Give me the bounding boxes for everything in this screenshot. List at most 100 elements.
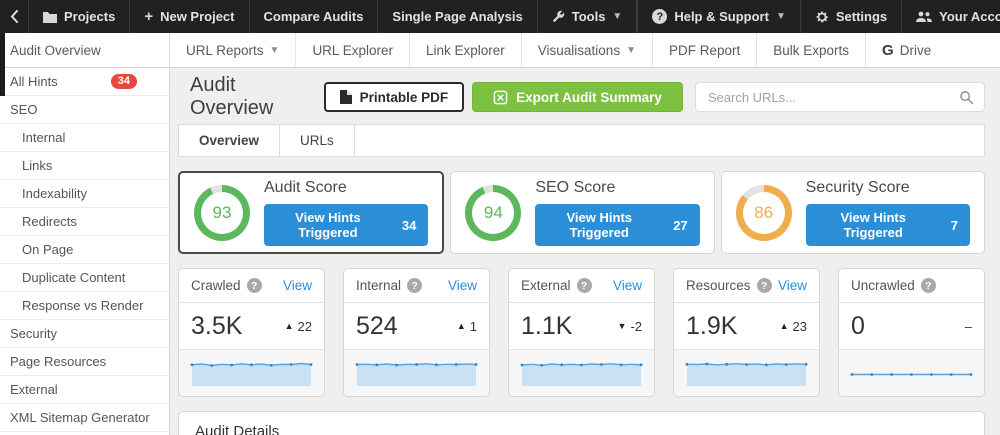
help-icon[interactable]: ? — [577, 278, 592, 293]
main-panel: Audit Overview Printable PDF Export Audi… — [170, 68, 1000, 435]
sidebar-item-response-vs-render[interactable]: Response vs Render — [0, 292, 169, 320]
sidebar-item-page-resources[interactable]: Page Resources — [0, 348, 169, 376]
help-icon[interactable]: ? — [757, 278, 772, 293]
resources-view-link[interactable]: View — [778, 278, 807, 293]
resources-sparkline — [674, 350, 819, 396]
audit-score-value: 93 — [213, 203, 232, 223]
sidebar-item-seo[interactable]: SEO — [0, 96, 169, 124]
delta-value: -2 — [630, 319, 642, 334]
nav-new-project[interactable]: + New Project — [130, 0, 249, 33]
g-drive-icon: G — [882, 42, 894, 59]
delta-up-icon: ▲ — [457, 321, 466, 331]
sidebar-header-label: Audit Overview — [10, 43, 101, 58]
nav-projects[interactable]: Projects — [29, 0, 130, 33]
view-hints-label: View Hints Triggered — [547, 210, 651, 240]
sidebar-item-internal[interactable]: Internal — [0, 124, 169, 152]
sidebar-item-label: Security — [10, 326, 57, 341]
audit-score-card[interactable]: 93 Audit Score View Hints Triggered 34 — [178, 171, 444, 254]
sidebar-item-label: Duplicate Content — [22, 270, 125, 285]
export-audit-summary-button[interactable]: Export Audit Summary — [472, 82, 683, 112]
crawled-view-link[interactable]: View — [283, 278, 312, 293]
reportnav-url-reports[interactable]: URL Reports ▼ — [170, 33, 296, 67]
top-nav-right: ? Help & Support ▼ Settings Your Account — [637, 0, 1000, 33]
seo-view-hints-button[interactable]: View Hints Triggered 27 — [535, 204, 699, 246]
delta-value: 22 — [298, 319, 312, 334]
metric-card-row: Crawled ? View 3.5K ▲22 Internal ? View … — [178, 268, 985, 397]
nav-settings[interactable]: Settings — [800, 0, 901, 33]
internal-view-link[interactable]: View — [448, 278, 477, 293]
back-button[interactable] — [0, 0, 29, 33]
nav-single-page-analysis[interactable]: Single Page Analysis — [378, 0, 537, 33]
sidebar-item-label: On Page — [22, 242, 73, 257]
resources-delta: ▲23 — [780, 319, 807, 334]
security-score-value: 86 — [754, 203, 773, 223]
uncrawled-delta: – — [965, 319, 972, 334]
sidebar-item-duplicate-content[interactable]: Duplicate Content — [0, 264, 169, 292]
score-card-row: 93 Audit Score View Hints Triggered 34 9… — [178, 171, 985, 254]
external-label: External — [521, 278, 571, 293]
sidebar: All Hints 34 SEO Internal Links Indexabi… — [0, 68, 170, 435]
audit-view-hints-button[interactable]: View Hints Triggered 34 — [264, 204, 428, 246]
external-sparkline — [509, 350, 654, 396]
sidebar-item-external[interactable]: External — [0, 376, 169, 404]
nav-your-account-label: Your Account — [939, 9, 1000, 24]
nav-compare-audits-label: Compare Audits — [264, 9, 364, 24]
tab-strip: Overview URLs — [178, 124, 985, 157]
resources-value: 1.9K — [686, 312, 737, 341]
tab-overview[interactable]: Overview — [179, 125, 280, 156]
sidebar-item-xml-sitemap-generator[interactable]: XML Sitemap Generator — [0, 404, 169, 432]
gear-icon — [815, 10, 829, 24]
nav-help-support-label: Help & Support — [674, 9, 769, 24]
page-title: Audit Overview — [190, 74, 324, 120]
chevron-down-icon: ▼ — [776, 11, 786, 22]
chevron-down-icon: ▼ — [612, 11, 622, 22]
sidebar-item-label: Internal — [22, 130, 65, 145]
nav-your-account[interactable]: Your Account — [901, 0, 1000, 33]
sidebar-item-on-page[interactable]: On Page — [0, 236, 169, 264]
folder-icon — [43, 11, 57, 23]
sidebar-item-redirects[interactable]: Redirects — [0, 208, 169, 236]
search-icon[interactable] — [959, 90, 974, 105]
reportnav-url-explorer-label: URL Explorer — [312, 43, 393, 58]
printable-pdf-button[interactable]: Printable PDF — [324, 82, 465, 112]
reportnav-visualisations[interactable]: Visualisations ▼ — [522, 33, 653, 67]
external-card: External ? View 1.1K ▼-2 — [508, 268, 655, 397]
nav-compare-audits[interactable]: Compare Audits — [250, 0, 379, 33]
help-icon[interactable]: ? — [407, 278, 422, 293]
external-view-link[interactable]: View — [613, 278, 642, 293]
sidebar-item-security[interactable]: Security — [0, 320, 169, 348]
delta-up-icon: ▲ — [780, 321, 789, 331]
sidebar-item-links[interactable]: Links — [0, 152, 169, 180]
uncrawled-card: Uncrawled ? 0 – — [838, 268, 985, 397]
reportnav-link-explorer[interactable]: Link Explorer — [410, 33, 522, 67]
sidebar-item-label: XML Sitemap Generator — [10, 410, 150, 425]
chevron-left-icon — [10, 10, 18, 23]
tab-urls[interactable]: URLs — [280, 125, 355, 156]
spreadsheet-icon — [493, 90, 508, 105]
help-icon[interactable]: ? — [921, 278, 936, 293]
reportnav-url-reports-label: URL Reports — [186, 43, 264, 58]
sidebar-item-all-hints[interactable]: All Hints 34 — [0, 68, 169, 96]
seo-score-card[interactable]: 94 SEO Score View Hints Triggered 27 — [450, 171, 714, 254]
chevron-down-icon: ▼ — [270, 45, 280, 56]
reportnav-drive[interactable]: G Drive — [866, 33, 947, 67]
tab-overview-label: Overview — [199, 133, 259, 148]
security-view-hints-button[interactable]: View Hints Triggered 7 — [806, 204, 970, 246]
nav-single-page-analysis-label: Single Page Analysis — [392, 9, 522, 24]
uncrawled-value: 0 — [851, 312, 865, 341]
wrench-icon — [552, 10, 565, 23]
security-score-card[interactable]: 86 Security Score View Hints Triggered 7 — [721, 171, 985, 254]
seo-score-ring: 94 — [465, 185, 521, 241]
reportnav-url-explorer[interactable]: URL Explorer — [296, 33, 410, 67]
reportnav-pdf-report[interactable]: PDF Report — [653, 33, 757, 67]
sidebar-item-label: Redirects — [22, 214, 77, 229]
search-input[interactable] — [706, 89, 959, 106]
reportnav-bulk-exports[interactable]: Bulk Exports — [757, 33, 866, 67]
nav-tools[interactable]: Tools ▼ — [538, 0, 638, 33]
resources-card: Resources ? View 1.9K ▲23 — [673, 268, 820, 397]
nav-help-support[interactable]: ? Help & Support ▼ — [637, 0, 800, 33]
printable-pdf-label: Printable PDF — [360, 90, 449, 105]
help-icon[interactable]: ? — [247, 278, 262, 293]
sidebar-item-indexability[interactable]: Indexability — [0, 180, 169, 208]
audit-score-title: Audit Score — [264, 179, 428, 197]
